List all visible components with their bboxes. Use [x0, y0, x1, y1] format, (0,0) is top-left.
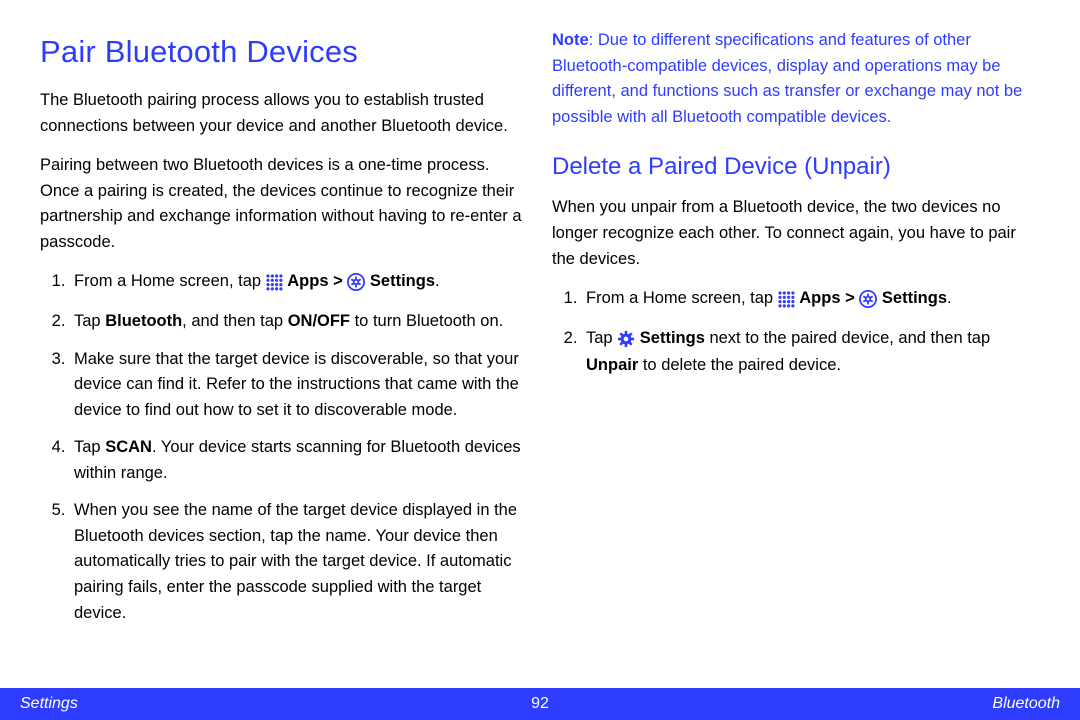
- unpair-steps-list: From a Home screen, tap Apps >: [552, 286, 1040, 379]
- step-text: to turn Bluetooth on.: [350, 312, 503, 330]
- apps-grid-icon: [266, 271, 283, 297]
- apps-label: Apps: [799, 289, 840, 307]
- separator: >: [845, 289, 859, 307]
- pair-step-2: Tap Bluetooth, and then tap ON/OFF to tu…: [70, 309, 528, 335]
- unpair-intro: When you unpair from a Bluetooth device,…: [552, 195, 1040, 272]
- note-label: Note: [552, 31, 589, 49]
- settings-gear-icon: [859, 288, 877, 314]
- step-text: to delete the paired device.: [638, 356, 841, 374]
- pair-step-5: When you see the name of the target devi…: [70, 498, 528, 626]
- footer-section-right: Bluetooth: [570, 695, 1060, 713]
- right-column: Note: Due to different specifications an…: [552, 28, 1040, 720]
- step-text: .: [947, 289, 952, 307]
- step-text: Tap: [74, 312, 105, 330]
- step-text: , and then tap: [182, 312, 288, 330]
- footer-page-number: 92: [510, 695, 570, 713]
- apps-grid-icon: [778, 288, 795, 314]
- scan-label: SCAN: [105, 438, 152, 456]
- unpair-step-1: From a Home screen, tap Apps >: [582, 286, 1040, 314]
- page: Pair Bluetooth Devices The Bluetooth pai…: [0, 0, 1080, 720]
- pair-steps-list: From a Home screen, tap Apps >: [40, 269, 528, 626]
- note-body: : Due to different specifications and fe…: [552, 31, 1022, 126]
- bluetooth-label: Bluetooth: [105, 312, 182, 330]
- settings-label: Settings: [370, 272, 435, 290]
- step-text: From a Home screen, tap: [74, 272, 266, 290]
- step-text: From a Home screen, tap: [586, 289, 778, 307]
- page-footer: Settings 92 Bluetooth: [0, 688, 1080, 720]
- page-heading: Pair Bluetooth Devices: [40, 28, 528, 76]
- note-paragraph: Note: Due to different specifications an…: [552, 28, 1040, 130]
- settings-label: Settings: [640, 329, 705, 347]
- left-column: Pair Bluetooth Devices The Bluetooth pai…: [40, 28, 528, 720]
- onoff-label: ON/OFF: [288, 312, 350, 330]
- unpair-step-2: Tap Settings next to the paired de: [582, 326, 1040, 379]
- footer-section-left: Settings: [20, 695, 510, 713]
- separator: >: [333, 272, 347, 290]
- apps-label: Apps: [287, 272, 328, 290]
- unpair-label: Unpair: [586, 356, 638, 374]
- intro-paragraph-2: Pairing between two Bluetooth devices is…: [40, 153, 528, 255]
- pair-step-4: Tap SCAN. Your device starts scanning fo…: [70, 435, 528, 486]
- intro-paragraph-1: The Bluetooth pairing process allows you…: [40, 88, 528, 139]
- gear-icon: [617, 328, 635, 354]
- step-text: next to the paired device, and then tap: [705, 329, 990, 347]
- step-text: Tap: [586, 329, 617, 347]
- subsection-heading: Delete a Paired Device (Unpair): [552, 148, 1040, 185]
- step-text: Tap: [74, 438, 105, 456]
- settings-gear-icon: [347, 271, 365, 297]
- step-text: .: [435, 272, 440, 290]
- settings-label: Settings: [882, 289, 947, 307]
- pair-step-1: From a Home screen, tap Apps >: [70, 269, 528, 297]
- pair-step-3: Make sure that the target device is disc…: [70, 347, 528, 424]
